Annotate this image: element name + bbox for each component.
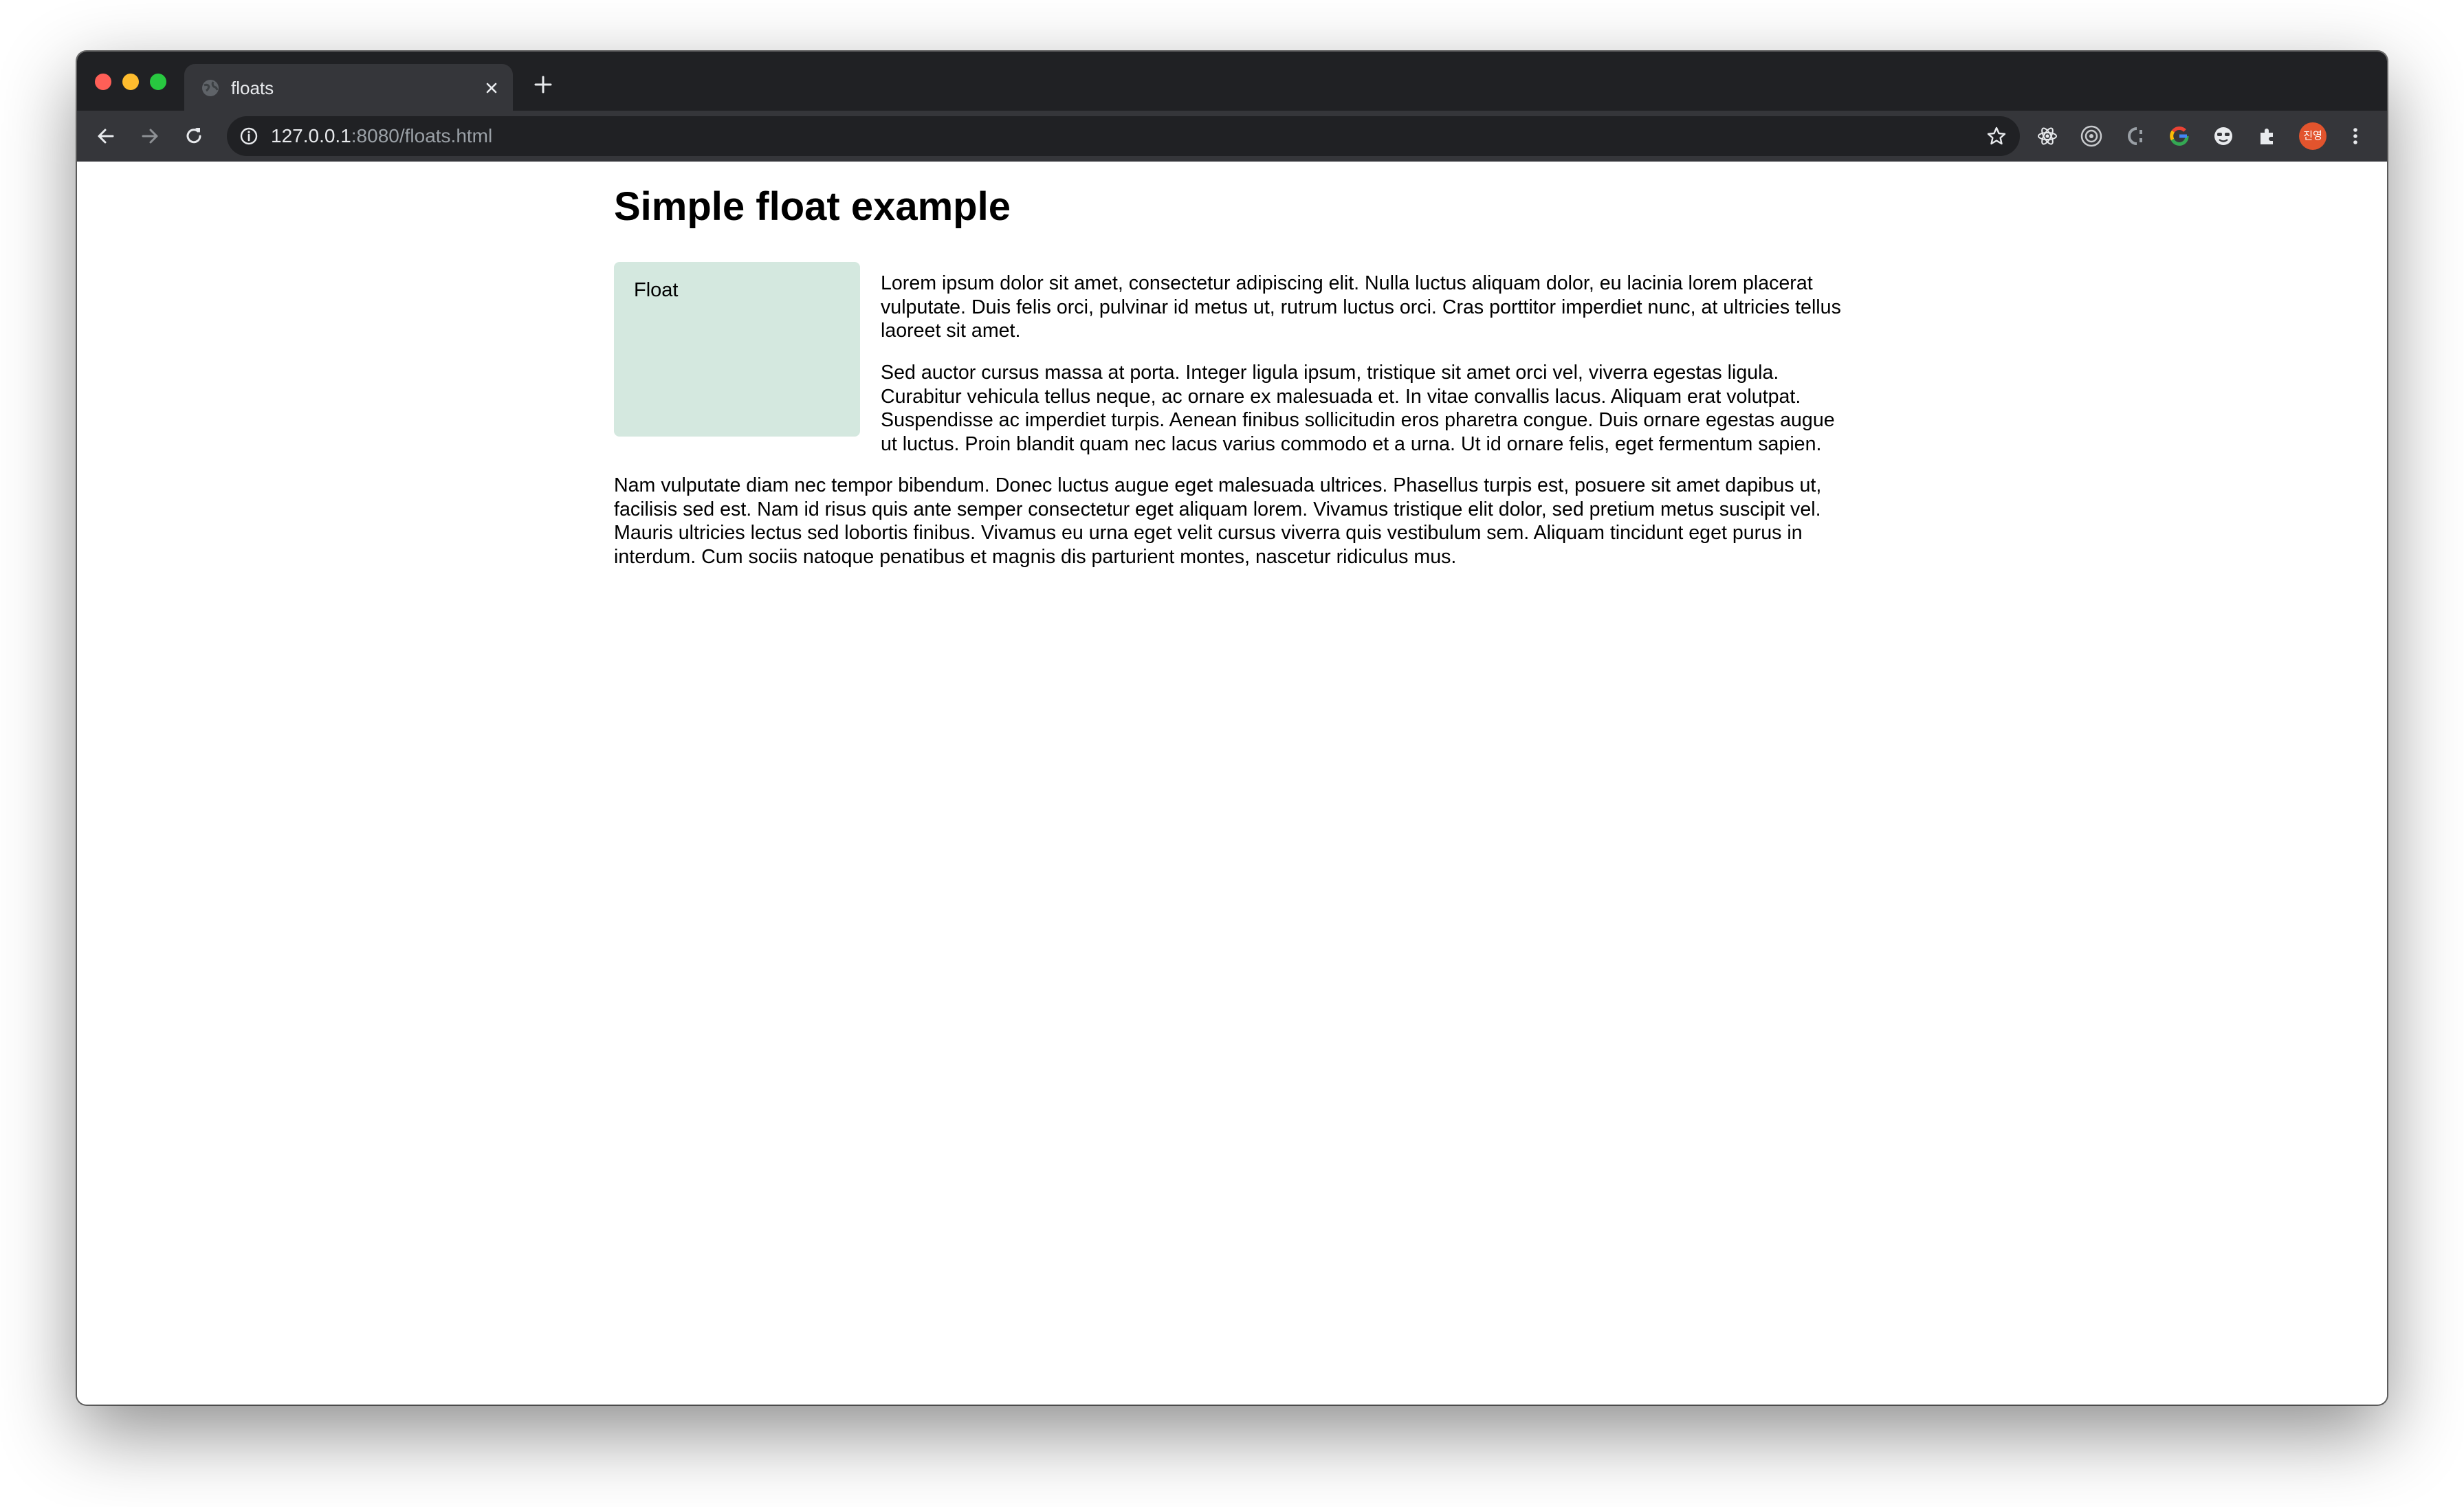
react-devtools-icon[interactable] [2035,124,2060,148]
tab-strip: floats [77,52,2387,111]
paragraph-line: Mauris ultricies lectus sed lobortis fin… [614,522,1803,544]
paragraph-2: Sed auctor cursus massa at porta. Intege… [881,361,1835,456]
back-icon[interactable] [94,124,118,148]
info-icon[interactable] [239,126,258,146]
paragraph-line: Lorem ipsum dolor sit amet, consectetur … [881,272,1813,294]
face-icon[interactable] [2211,124,2236,148]
float-label: Float [634,279,679,301]
paragraph-line: interdum. Cum sociis natoque penatibus e… [614,545,1457,568]
zoom-window-button[interactable] [150,74,166,90]
paragraph-line: vulputate. Duis felis orci, pulvinar id … [881,296,1841,318]
url-text[interactable]: 127.0.0.1:8080/floats.html [271,124,492,148]
page-title: Simple float example [614,184,1011,229]
float-box: Float [614,262,860,437]
paragraph-line: Curabitur vehicula tellus neque, ac orna… [881,385,1801,408]
paragraph-line: Nam vulputate diam nec tempor bibendum. … [614,474,1822,496]
paragraph-line: facilisis sed est. Nam id risus quis ant… [614,498,1821,520]
forward-icon[interactable] [138,124,162,148]
close-window-button[interactable] [95,74,111,90]
paragraph-1: Lorem ipsum dolor sit amet, consectetur … [881,272,1841,343]
globe-icon [202,80,219,96]
paragraph-3: Nam vulputate diam nec tempor bibendum. … [614,474,1821,569]
paragraph-line: Sed auctor cursus massa at porta. Intege… [881,362,1779,384]
paragraph-line: laoreet sit amet. [881,320,1021,342]
menu-icon[interactable] [2343,124,2368,148]
close-tab-icon[interactable] [481,78,502,98]
address-bar[interactable]: 127.0.0.1:8080/floats.html [227,116,2020,156]
extensions-icon[interactable] [2255,124,2280,148]
paragraph-line: ut luctus. Proin blandit quam nec lacus … [881,432,1822,455]
tab-floats[interactable]: floats [184,64,513,111]
browser-window: floats 127.0.0.1:8080/floats.html 진영 Sim… [77,52,2387,1405]
browser-toolbar: 127.0.0.1:8080/floats.html 진영 [77,111,2387,162]
paragraph-line: Suspendisse ac imperdiet turpis. Aenean … [881,409,1835,431]
url-host: 127.0.0.1 [271,125,351,146]
google-icon[interactable] [2167,124,2192,148]
avatar[interactable]: 진영 [2299,122,2326,150]
star-icon[interactable] [1986,125,2008,147]
desktop-background: floats 127.0.0.1:8080/floats.html 진영 Sim… [0,0,2464,1507]
minimize-window-button[interactable] [122,74,139,90]
url-path: :8080/floats.html [351,125,493,146]
tab-title: floats [231,78,274,98]
reload-icon[interactable] [182,124,206,148]
target-icon[interactable] [2079,124,2104,148]
page-viewport: Simple float example Float Lorem ipsum d… [77,162,2387,1405]
new-tab-icon[interactable] [532,74,554,96]
css-icon[interactable] [2123,124,2148,148]
